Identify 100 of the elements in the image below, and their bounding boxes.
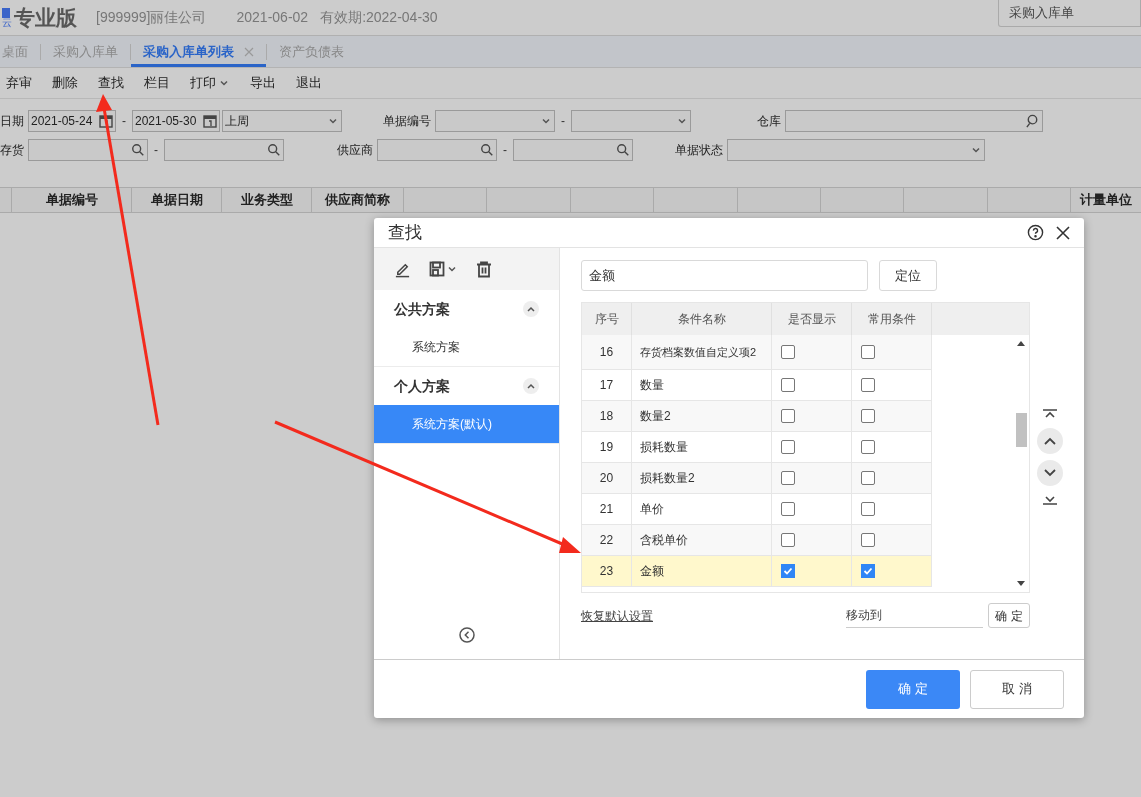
move-up-button[interactable] (1037, 428, 1063, 454)
filter-label: 单据状态 (675, 142, 723, 159)
checkbox[interactable] (781, 533, 795, 547)
checkbox[interactable] (781, 409, 795, 423)
checkbox[interactable] (781, 471, 795, 485)
move-confirm-button[interactable]: 确 定 (988, 603, 1030, 628)
chevron-left-circle-icon[interactable] (458, 627, 475, 643)
column-header[interactable]: 单据编号 (12, 188, 132, 212)
search-field[interactable]: 金额 (581, 260, 868, 291)
column-header[interactable]: 计量单位 (1071, 188, 1141, 212)
checkbox[interactable] (781, 440, 795, 454)
filter-label: 日期 (0, 113, 24, 130)
toolbar-button[interactable]: 弃审 (6, 73, 32, 93)
table-row[interactable]: 21 单价 (582, 494, 932, 525)
search-icon (616, 143, 630, 157)
table-cell: 存货档案数值自定义项2 (632, 335, 772, 369)
trash-icon[interactable] (476, 260, 492, 278)
table-cell: 损耗数量 (632, 432, 772, 462)
move-to-field[interactable]: 移动到 (846, 603, 983, 628)
search-field[interactable] (785, 110, 1043, 132)
login-date: 2021-06-02 (236, 8, 309, 27)
table-row[interactable]: 22 含税单价 (582, 525, 932, 556)
chevron-down-icon (1043, 468, 1057, 478)
checkbox[interactable] (781, 378, 795, 392)
scheme-item[interactable]: 系统方案 (374, 328, 559, 366)
filter-label: 单据编号 (383, 113, 431, 130)
checkbox[interactable] (861, 440, 875, 454)
toolbar-button[interactable]: 栏目 (144, 73, 170, 93)
dialog-title: 查找 (388, 221, 422, 244)
search-field[interactable] (513, 139, 633, 161)
search-field[interactable] (377, 139, 497, 161)
save-icon[interactable] (429, 261, 458, 277)
validity-date: 有效期:2022-04-30 (320, 8, 438, 27)
checkbox[interactable] (861, 345, 875, 359)
select-field[interactable] (571, 110, 691, 132)
table-row[interactable]: 19 损耗数量 (582, 432, 932, 463)
scrollbar-thumb[interactable] (1016, 413, 1027, 447)
select-field[interactable] (727, 139, 985, 161)
collapse-toggle[interactable] (523, 301, 539, 317)
select-field[interactable]: 上周 (222, 110, 342, 132)
check-icon (783, 566, 793, 576)
locate-button[interactable]: 定位 (879, 260, 937, 291)
collapse-toggle[interactable] (523, 378, 539, 394)
logo-mark-icon (2, 8, 10, 18)
filter-label: 供应商 (337, 142, 373, 159)
column-header[interactable]: 业务类型 (222, 188, 312, 212)
edition-title: 专业版 (14, 7, 77, 28)
menu-search-field[interactable]: 采购入库单 (998, 0, 1141, 27)
filter-label: 存货 (0, 142, 24, 159)
help-icon[interactable] (1027, 224, 1044, 241)
checkbox-checked[interactable] (861, 564, 875, 578)
date-field[interactable]: 2021-05-24 (28, 110, 116, 132)
filter-label: 仓库 (757, 113, 781, 130)
table-row[interactable]: 23 金额 (582, 556, 932, 587)
range-separator: - (153, 142, 159, 159)
table-cell: 20 (582, 463, 632, 493)
checkbox[interactable] (861, 471, 875, 485)
calendar-icon (203, 114, 217, 128)
toolbar-button[interactable]: 查找 (98, 73, 124, 93)
chevron-up-icon (1043, 436, 1057, 446)
checkbox[interactable] (861, 378, 875, 392)
toolbar-button[interactable]: 删除 (52, 73, 78, 93)
checkbox[interactable] (781, 345, 795, 359)
column-header[interactable]: 供应商简称 (312, 188, 404, 212)
toolbar-button[interactable]: 退出 (296, 73, 322, 93)
table-row[interactable]: 17 数量 (582, 370, 932, 401)
checkbox[interactable] (781, 502, 795, 516)
move-down-button[interactable] (1037, 460, 1063, 486)
check-icon (863, 566, 873, 576)
table-cell: 数量 (632, 370, 772, 400)
table-cell: 金额 (632, 556, 772, 586)
scheme-group-title: 个人方案 (394, 376, 450, 396)
search-field[interactable] (164, 139, 284, 161)
table-cell: 含税单价 (632, 525, 772, 555)
range-separator: - (121, 113, 127, 130)
toolbar-button[interactable]: 打印 (190, 73, 230, 93)
date-field[interactable]: 2021-05-30 (132, 110, 220, 132)
cancel-button[interactable]: 取 消 (970, 669, 1064, 709)
checkbox-checked[interactable] (781, 564, 795, 578)
checkbox[interactable] (861, 502, 875, 516)
table-row[interactable]: 20 损耗数量2 (582, 463, 932, 494)
checkbox[interactable] (861, 533, 875, 547)
calendar-icon (99, 114, 113, 128)
search-icon (480, 143, 494, 157)
scroll-down-icon[interactable] (1017, 581, 1025, 586)
select-field[interactable] (435, 110, 555, 132)
scheme-group-title: 公共方案 (394, 299, 450, 319)
checkbox[interactable] (861, 409, 875, 423)
column-header[interactable]: 单据日期 (132, 188, 222, 212)
table-cell: 17 (582, 370, 632, 400)
close-icon[interactable] (1056, 225, 1070, 240)
table-cell: 数量2 (632, 401, 772, 431)
table-row[interactable]: 18 数量2 (582, 401, 932, 432)
table-cell: 21 (582, 494, 632, 524)
company-name: [999999]丽佳公司 (96, 8, 207, 27)
table-row[interactable]: 16 存货档案数值自定义项2 (582, 335, 932, 370)
toolbar-button[interactable]: 导出 (250, 73, 276, 93)
scroll-up-icon[interactable] (1017, 341, 1025, 346)
restore-defaults-link[interactable]: 恢复默认设置 (581, 606, 653, 625)
search-field[interactable] (28, 139, 148, 161)
